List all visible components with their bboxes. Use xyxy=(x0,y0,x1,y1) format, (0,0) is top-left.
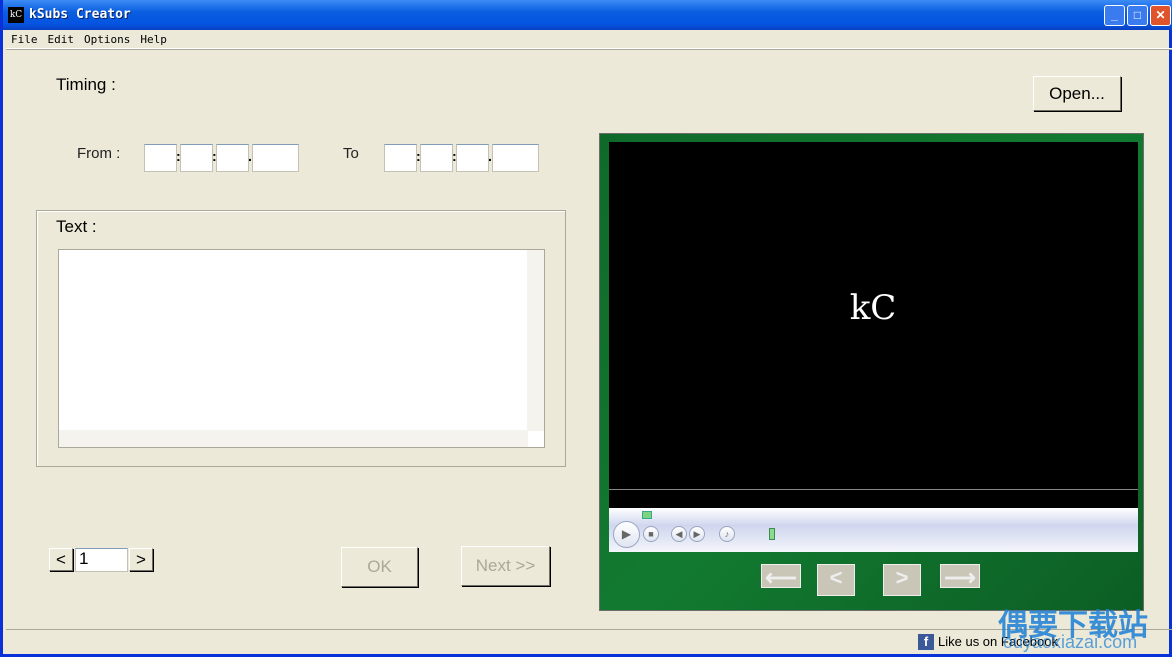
app-window: kC kSubs Creator _ □ ✕ File Edit Options He… xyxy=(0,0,1172,657)
subtitle-number-field[interactable]: 1 xyxy=(75,548,128,572)
subtitle-text-area[interactable] xyxy=(58,249,545,448)
from-ms-field[interactable] xyxy=(252,144,299,172)
close-button[interactable]: ✕ xyxy=(1150,5,1171,26)
previous-icon[interactable]: ◀ xyxy=(671,526,687,542)
menu-bar: File Edit Options Help xyxy=(6,30,1172,49)
open-button[interactable]: Open... xyxy=(1033,76,1121,111)
forward-button[interactable]: > xyxy=(883,564,921,596)
facebook-icon[interactable]: f xyxy=(918,634,934,650)
minimize-button[interactable]: _ xyxy=(1104,5,1125,26)
volume-icon[interactable]: ♪ xyxy=(719,526,735,542)
to-ms-field[interactable] xyxy=(492,144,539,172)
vertical-scrollbar[interactable] xyxy=(527,250,544,431)
menu-file[interactable]: File xyxy=(6,30,43,46)
horizontal-scrollbar[interactable] xyxy=(59,430,528,447)
from-minutes-field[interactable] xyxy=(180,144,213,172)
player-controls: ▶ ■ ◀ ▶ ♪ xyxy=(609,508,1138,552)
window-title: kSubs Creator xyxy=(29,7,131,22)
maximize-button[interactable]: □ xyxy=(1127,5,1148,26)
next-line-arrow-button[interactable]: ⟶ xyxy=(940,564,980,590)
media-player: kC ▶ ■ ◀ ▶ ♪ ⟵ < > ⟶ xyxy=(599,133,1144,611)
from-seconds-field[interactable] xyxy=(216,144,249,172)
app-icon: kC xyxy=(8,7,24,23)
to-minutes-field[interactable] xyxy=(420,144,453,172)
text-label: Text : xyxy=(56,217,97,236)
video-area[interactable]: kC xyxy=(609,142,1138,508)
play-icon[interactable]: ▶ xyxy=(613,521,640,548)
to-label: To xyxy=(343,145,359,162)
player-logo: kC xyxy=(849,288,897,328)
to-seconds-field[interactable] xyxy=(456,144,489,172)
seek-slider[interactable] xyxy=(642,511,652,519)
menu-help[interactable]: Help xyxy=(135,30,172,46)
timing-label: Timing : xyxy=(56,75,116,94)
to-hours-field[interactable] xyxy=(384,144,417,172)
ok-button[interactable]: OK xyxy=(341,547,418,587)
next-button[interactable]: Next >> xyxy=(461,546,550,586)
from-label: From : xyxy=(77,145,121,162)
next-subtitle-button[interactable]: > xyxy=(129,548,153,571)
menu-options[interactable]: Options xyxy=(79,30,135,46)
title-bar: kC kSubs Creator _ □ ✕ xyxy=(3,0,1172,30)
from-hours-field[interactable] xyxy=(144,144,177,172)
prev-subtitle-button[interactable]: < xyxy=(49,548,73,571)
rewind-button[interactable]: < xyxy=(817,564,855,596)
menu-edit[interactable]: Edit xyxy=(43,30,80,46)
stop-icon[interactable]: ■ xyxy=(643,526,659,542)
prev-line-arrow-button[interactable]: ⟵ xyxy=(761,564,801,590)
volume-slider[interactable] xyxy=(769,528,775,540)
next-icon[interactable]: ▶ xyxy=(689,526,705,542)
watermark-url: ouyaoxiazai.com xyxy=(1003,632,1138,652)
